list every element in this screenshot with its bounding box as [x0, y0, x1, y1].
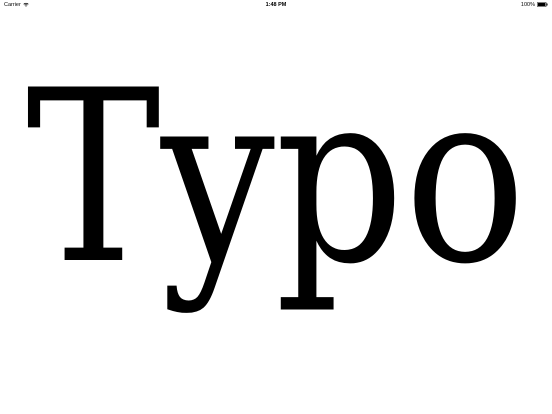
status-time: 1:48 PM [265, 1, 287, 8]
hero-text: Typo [26, 62, 526, 317]
status-bar: Carrier 1:48 PM 100% [0, 0, 552, 10]
battery-icon [537, 2, 548, 7]
hero-text-canvas: Typo [26, 62, 526, 317]
battery-percent: 100% [520, 1, 535, 8]
battery-indicator: 100% [521, 2, 548, 8]
app-screen: Carrier 1:48 PM 100% Typo [0, 0, 552, 414]
hero-text-area: Typo [0, 62, 552, 342]
